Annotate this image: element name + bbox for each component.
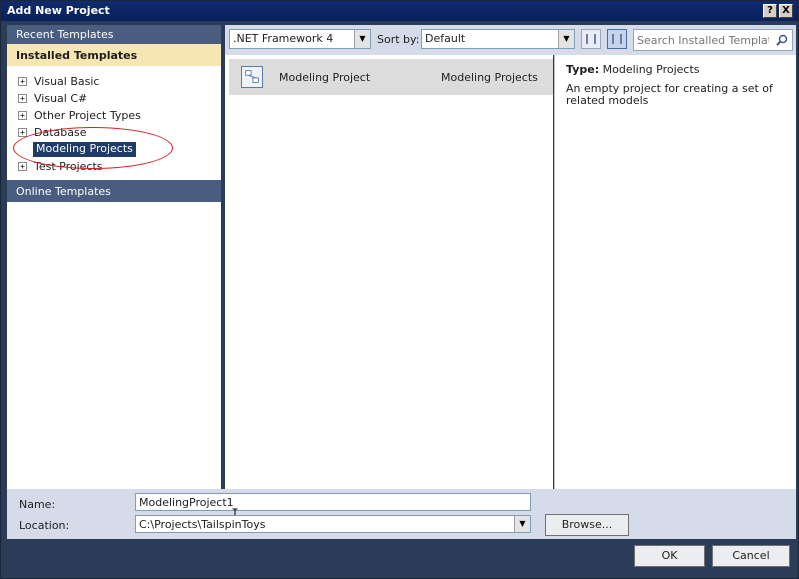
type-value: Modeling Projects — [602, 63, 700, 76]
search-icon[interactable] — [776, 34, 788, 46]
online-templates-header[interactable]: Online Templates — [7, 180, 221, 202]
expand-icon[interactable]: + — [18, 111, 27, 120]
expand-icon[interactable]: + — [18, 94, 27, 103]
sort-select[interactable]: Default ▼ — [421, 29, 575, 49]
template-type: Modeling Projects — [441, 71, 538, 84]
sort-label: Sort by: — [377, 33, 420, 46]
cancel-button[interactable]: Cancel — [712, 545, 790, 567]
browse-button[interactable]: Browse... — [545, 514, 629, 536]
title-bar: Add New Project ? X — [1, 1, 798, 21]
sort-value: Default — [425, 32, 466, 45]
tree-item-label: Visual C# — [34, 92, 88, 105]
dialog-footer: OK Cancel — [7, 539, 796, 575]
recent-templates-header[interactable]: Recent Templates — [7, 25, 221, 44]
template-item-modeling-project[interactable]: Modeling Project Modeling Projects — [229, 59, 553, 95]
installed-templates-header[interactable]: Installed Templates — [7, 44, 221, 66]
template-tree: + Visual Basic + Visual C# + Other Proje… — [7, 73, 221, 175]
template-name: Modeling Project — [279, 71, 371, 84]
tree-item-other-project-types[interactable]: + Other Project Types — [7, 107, 221, 124]
medium-icons-icon — [612, 34, 622, 44]
description-text: An empty project for creating a set of r… — [566, 82, 773, 107]
small-icons-icon — [586, 34, 596, 44]
small-icons-view-button[interactable] — [581, 29, 601, 49]
framework-value: .NET Framework 4 — [233, 32, 334, 45]
chevron-down-icon[interactable]: ▼ — [354, 30, 370, 48]
expand-icon[interactable]: + — [18, 77, 27, 86]
template-category-panel: Recent Templates Installed Templates + V… — [7, 25, 221, 489]
location-value: C:\Projects\TailspinToys — [139, 518, 266, 531]
name-input[interactable]: ModelingProject1 — [135, 493, 531, 511]
type-key: Type: — [566, 63, 600, 76]
help-button[interactable]: ? — [763, 4, 777, 18]
tree-item-label: Visual Basic — [34, 75, 100, 88]
tree-item-visual-csharp[interactable]: + Visual C# — [7, 90, 221, 107]
location-select[interactable]: C:\Projects\TailspinToys ▼ — [135, 515, 531, 533]
location-label: Location: — [19, 519, 70, 532]
framework-select[interactable]: .NET Framework 4 ▼ — [229, 29, 371, 49]
expand-icon[interactable]: + — [18, 128, 27, 137]
modeling-project-icon — [241, 66, 263, 88]
tree-item-test-projects[interactable]: + Test Projects — [7, 158, 221, 175]
search-box[interactable] — [633, 29, 793, 51]
tree-item-modeling-projects[interactable]: Modeling Projects — [7, 141, 221, 158]
tree-item-label: Test Projects — [34, 160, 103, 173]
template-list: Modeling Project Modeling Projects — [225, 55, 553, 489]
search-input[interactable] — [637, 33, 769, 47]
template-description-panel: Type: Modeling Projects An empty project… — [554, 55, 796, 489]
tree-item-label: Other Project Types — [34, 109, 141, 122]
project-details-form: Name: ModelingProject1 Location: C:\Proj… — [7, 489, 796, 539]
tree-item-label: Modeling Projects — [33, 142, 136, 157]
add-new-project-dialog: Add New Project ? X Recent Templates Ins… — [0, 0, 799, 579]
tree-item-visual-basic[interactable]: + Visual Basic — [7, 73, 221, 90]
chevron-down-icon[interactable]: ▼ — [558, 30, 574, 48]
ok-button[interactable]: OK — [634, 545, 705, 567]
dialog-title: Add New Project — [7, 4, 110, 17]
chevron-down-icon[interactable]: ▼ — [514, 516, 530, 532]
name-label: Name: — [19, 498, 56, 511]
expand-icon[interactable]: + — [18, 162, 27, 171]
close-button[interactable]: X — [779, 4, 793, 18]
template-toolbar: .NET Framework 4 ▼ Sort by: Default ▼ — [225, 25, 796, 55]
medium-icons-view-button[interactable] — [607, 29, 627, 49]
tree-item-label: Database — [34, 126, 87, 139]
description-type: Type: Modeling Projects — [566, 63, 700, 76]
tree-item-database[interactable]: + Database — [7, 124, 221, 141]
category-panel-empty-area — [7, 202, 221, 489]
